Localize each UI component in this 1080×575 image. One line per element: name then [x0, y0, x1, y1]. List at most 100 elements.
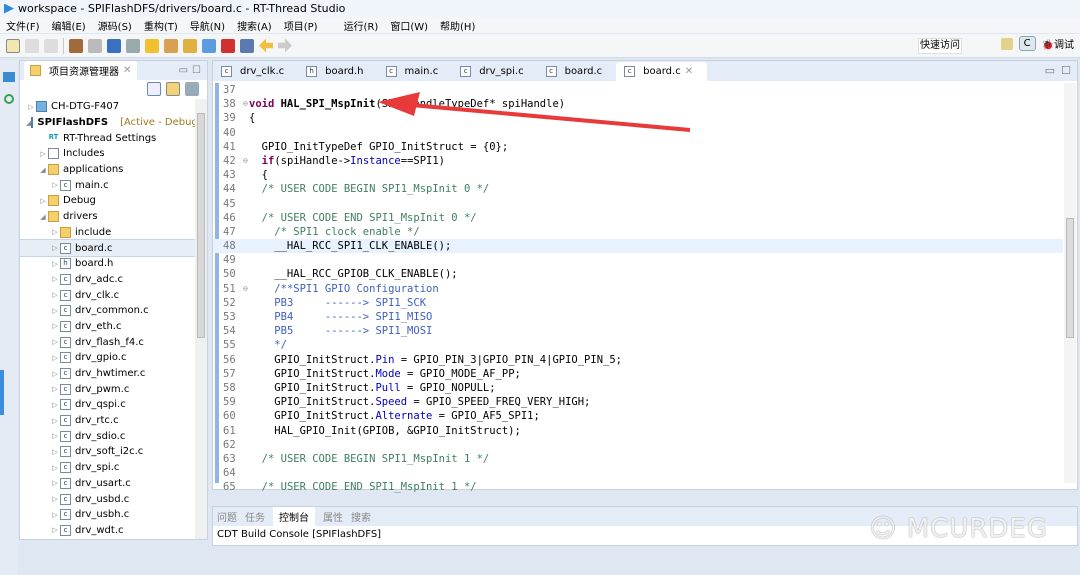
- expand-arrow-icon[interactable]: ▷: [50, 432, 60, 440]
- expand-arrow-icon[interactable]: ▷: [50, 354, 60, 362]
- menu-item[interactable]: 重构(T): [138, 18, 184, 33]
- tree-item[interactable]: ▷ c drv_spi.c: [20, 460, 195, 476]
- tree-item[interactable]: ▷ c drv_usbh.c: [20, 507, 195, 523]
- menu-item[interactable]: 运行(R): [338, 18, 385, 33]
- menu-item[interactable]: 窗口(W): [384, 18, 434, 33]
- terminal-icon[interactable]: [240, 38, 254, 53]
- tab-drv_clk-c[interactable]: c drv_clk.c: [213, 62, 298, 81]
- console-tab[interactable]: 控制台: [273, 507, 315, 526]
- collapse-all-icon[interactable]: [147, 82, 161, 96]
- expand-arrow-icon[interactable]: ▷: [38, 150, 48, 158]
- expand-arrow-icon[interactable]: ◢: [38, 213, 48, 221]
- tree-item[interactable]: ▷ c drv_clk.c: [20, 287, 195, 303]
- expand-arrow-icon[interactable]: ▷: [50, 526, 60, 534]
- tree-item[interactable]: RT RT-Thread Settings: [20, 130, 195, 146]
- close-icon[interactable]: ✕: [685, 66, 693, 77]
- tree-item[interactable]: ▷ c drv_soft_i2c.c: [20, 444, 195, 460]
- tree-item[interactable]: ▷ Includes: [20, 146, 195, 162]
- tree-item[interactable]: ▷ c drv_gpio.c: [20, 350, 195, 366]
- tree-item[interactable]: ▷ c drv_wdt.c: [20, 523, 195, 539]
- tree-item[interactable]: ▷ include: [20, 225, 195, 241]
- forward-arrow-icon[interactable]: [278, 38, 292, 53]
- expand-arrow-icon[interactable]: ▷: [50, 275, 60, 283]
- back-arrow-icon[interactable]: [259, 38, 273, 53]
- tree-item[interactable]: ▷ c board.c: [19, 239, 196, 257]
- maximize-icon[interactable]: ☐: [192, 65, 201, 76]
- perspective-c-button[interactable]: C: [1018, 36, 1036, 51]
- close-icon[interactable]: ✕: [123, 65, 131, 76]
- expand-arrow-icon[interactable]: ▷: [50, 244, 60, 252]
- tree-item[interactable]: ▷ c drv_common.c: [20, 303, 195, 319]
- expand-arrow-icon[interactable]: ▷: [50, 464, 60, 472]
- menu-item[interactable]: 项目(P): [278, 18, 324, 33]
- link-editor-icon[interactable]: [166, 82, 180, 96]
- perspective-debug-button[interactable]: 🐞调试: [1042, 36, 1074, 51]
- editor-scrollbar[interactable]: [1064, 83, 1076, 483]
- scrollbar-thumb[interactable]: [1066, 218, 1074, 338]
- minimize-icon[interactable]: ▭: [1045, 64, 1055, 77]
- tree-item[interactable]: ▷ c drv_pwm.c: [20, 381, 195, 397]
- tree-item[interactable]: ◢ drivers: [20, 209, 195, 225]
- tree-item[interactable]: ▷ c drv_hwtimer.c: [20, 366, 195, 382]
- tree-item[interactable]: ▷ c drv_rtc.c: [20, 413, 195, 429]
- tree-item[interactable]: ▷ h board.h: [20, 256, 195, 272]
- expand-arrow-icon[interactable]: ▷: [38, 197, 48, 205]
- console-tab[interactable]: 问题: [217, 509, 237, 524]
- tab-board-c[interactable]: c board.c ✕: [616, 62, 708, 81]
- tag-icon[interactable]: [202, 38, 216, 53]
- console-tab[interactable]: 属性: [323, 509, 343, 524]
- target-icon[interactable]: [4, 94, 14, 104]
- expand-arrow-icon[interactable]: ▷: [50, 511, 60, 519]
- monitor-icon[interactable]: [107, 38, 121, 53]
- open-perspective-icon[interactable]: [1000, 37, 1013, 50]
- expand-arrow-icon[interactable]: ▷: [50, 181, 60, 189]
- debug-bug-icon[interactable]: [145, 38, 159, 53]
- tree-item[interactable]: ▷ c drv_sdio.c: [20, 428, 195, 444]
- expand-arrow-icon[interactable]: ▷: [50, 338, 60, 346]
- expand-arrow-icon[interactable]: ▷: [50, 385, 60, 393]
- tab-board-h[interactable]: h board.h: [298, 62, 377, 81]
- tree-item[interactable]: ▷ c drv_usart.c: [20, 476, 195, 492]
- expand-arrow-icon[interactable]: ▷: [26, 103, 36, 111]
- save-all-icon[interactable]: [44, 38, 58, 53]
- expand-arrow-icon[interactable]: ▷: [50, 260, 60, 268]
- explorer-scrollbar[interactable]: [195, 99, 207, 539]
- tree-item[interactable]: ▷ Debug: [20, 193, 195, 209]
- open-folder-icon[interactable]: [164, 38, 178, 53]
- view-menu-icon[interactable]: [185, 82, 199, 96]
- tree-item[interactable]: ▷ c drv_adc.c: [20, 272, 195, 288]
- tab-board-c[interactable]: c board.c: [538, 62, 617, 81]
- save-icon[interactable]: [25, 38, 39, 53]
- expand-arrow-icon[interactable]: ◢: [38, 166, 48, 174]
- maximize-icon[interactable]: ☐: [1061, 64, 1071, 77]
- menu-item[interactable]: 导航(N): [184, 18, 231, 33]
- menu-item[interactable]: 文件(F): [0, 18, 46, 33]
- expand-arrow-icon[interactable]: ▷: [50, 401, 60, 409]
- expand-arrow-icon[interactable]: ▷: [50, 417, 60, 425]
- tab-main-c[interactable]: c main.c: [378, 62, 453, 81]
- menu-item[interactable]: 搜索(A): [231, 18, 278, 33]
- console-tab[interactable]: 任务: [245, 509, 265, 524]
- expand-arrow-icon[interactable]: ▷: [50, 307, 60, 315]
- scrollbar-thumb[interactable]: [197, 113, 205, 338]
- tree-item[interactable]: ▷ c drv_qspi.c: [20, 397, 195, 413]
- outline-icon[interactable]: [3, 72, 15, 82]
- menu-item[interactable]: 编辑(E): [46, 18, 92, 33]
- tree-item[interactable]: ◢ applications: [20, 162, 195, 178]
- new-icon[interactable]: [6, 38, 20, 53]
- tree-item[interactable]: ▷ CH-DTG-F407: [20, 99, 195, 115]
- expand-arrow-icon[interactable]: ▷: [50, 228, 60, 236]
- minimize-icon[interactable]: ▭: [179, 65, 188, 76]
- expand-arrow-icon[interactable]: ▷: [50, 291, 60, 299]
- menu-item[interactable]: 帮助(H): [434, 18, 481, 33]
- menu-item[interactable]: 源码(S): [92, 18, 138, 33]
- wrench-icon[interactable]: [88, 38, 102, 53]
- quick-access-input[interactable]: 快速访问: [918, 38, 962, 54]
- expand-arrow-icon[interactable]: ▷: [50, 448, 60, 456]
- build-hammer-icon[interactable]: [69, 38, 83, 53]
- expand-arrow-icon[interactable]: ▷: [50, 479, 60, 487]
- explorer-tab[interactable]: 项目资源管理器 ✕: [24, 61, 138, 80]
- expand-arrow-icon[interactable]: ▷: [50, 495, 60, 503]
- rocket-icon[interactable]: [183, 38, 197, 53]
- download-icon[interactable]: [221, 38, 235, 53]
